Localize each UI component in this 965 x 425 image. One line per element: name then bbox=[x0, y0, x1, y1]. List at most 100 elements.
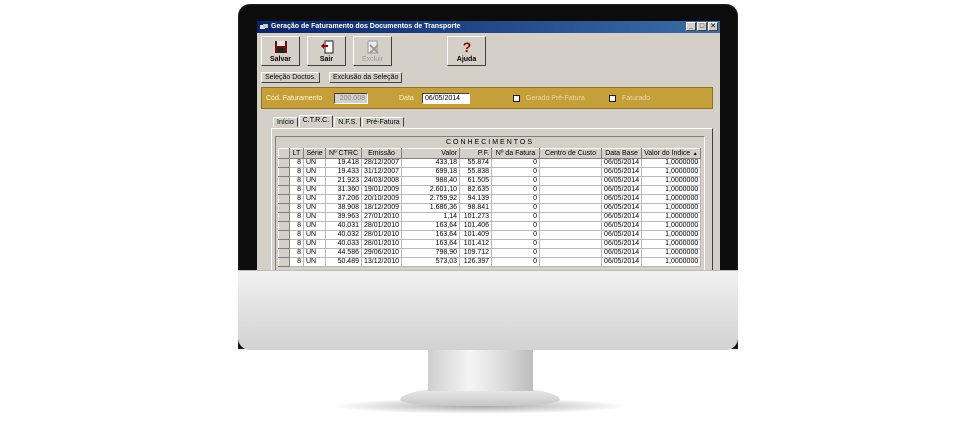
column-header-data-base[interactable]: Data Base bbox=[601, 148, 643, 159]
cell-valor[interactable]: 1.686,36 bbox=[401, 203, 461, 213]
cell-serie[interactable]: UN bbox=[303, 203, 326, 213]
row-indicator[interactable] bbox=[278, 194, 290, 204]
billed-checkbox[interactable] bbox=[609, 95, 616, 102]
scroll-up-icon[interactable]: ▲ bbox=[692, 151, 699, 157]
cell-emissao[interactable]: 31/12/2007 bbox=[360, 167, 403, 177]
cell-lt[interactable]: 8 bbox=[289, 230, 304, 240]
cell-data-base[interactable]: 06/05/2014 bbox=[601, 203, 643, 213]
cell-valor-indice[interactable]: 1,0000000 bbox=[641, 158, 702, 168]
cell-emissao[interactable]: 18/12/2009 bbox=[360, 203, 403, 213]
cell-data-base[interactable]: 06/05/2014 bbox=[601, 239, 643, 249]
minimize-button[interactable]: _ bbox=[686, 22, 696, 31]
cell-valor-indice[interactable]: 1,0000000 bbox=[641, 194, 702, 204]
column-header-centro-custo[interactable]: Centro de Custo bbox=[539, 148, 603, 159]
cell-pf[interactable]: 109.712 bbox=[459, 248, 493, 258]
row-indicator[interactable] bbox=[278, 185, 290, 195]
cell-serie[interactable]: UN bbox=[303, 158, 326, 168]
table-row[interactable]: 8 UN 21.923 24/03/2008 988,40 61.505 0 06/05/20… bbox=[278, 176, 702, 186]
column-header-pf[interactable]: P.F. bbox=[459, 148, 493, 159]
cell-emissao[interactable]: 28/01/2010 bbox=[360, 230, 403, 240]
cell-valor-indice[interactable]: 1,0000000 bbox=[641, 167, 702, 177]
cell-ctrc[interactable]: 39.963 bbox=[325, 212, 362, 222]
cell-ctrc[interactable]: 44.586 bbox=[325, 248, 362, 258]
cell-centro-custo[interactable] bbox=[539, 176, 603, 186]
maximize-button[interactable]: □ bbox=[697, 22, 707, 31]
cell-valor[interactable]: 573,03 bbox=[401, 257, 461, 267]
cell-pf[interactable]: 101.412 bbox=[459, 239, 493, 249]
cell-emissao[interactable]: 28/01/2010 bbox=[360, 239, 403, 249]
cell-lt[interactable]: 8 bbox=[289, 185, 304, 195]
cell-serie[interactable]: UN bbox=[303, 176, 326, 186]
cell-lt[interactable]: 8 bbox=[289, 194, 304, 204]
cell-fatura[interactable]: 0 bbox=[491, 248, 541, 258]
table-row[interactable]: 8 UN 40.033 28/01/2010 163,64 101.412 0 06/05/2… bbox=[278, 239, 702, 249]
cell-data-base[interactable]: 06/05/2014 bbox=[601, 176, 643, 186]
exclude-selection-button[interactable]: Exclusão da Seleção bbox=[329, 72, 403, 83]
cell-emissao[interactable]: 27/01/2010 bbox=[360, 212, 403, 222]
cell-lt[interactable]: 8 bbox=[289, 221, 304, 231]
cell-data-base[interactable]: 06/05/2014 bbox=[601, 230, 643, 240]
column-header-fatura[interactable]: Nº da Fatura bbox=[491, 148, 541, 159]
cell-valor[interactable]: 163,64 bbox=[401, 230, 461, 240]
cell-ctrc[interactable]: 19.433 bbox=[325, 167, 362, 177]
column-header-lt[interactable]: LT bbox=[289, 148, 304, 159]
cell-centro-custo[interactable] bbox=[539, 185, 603, 195]
cell-lt[interactable]: 8 bbox=[289, 158, 304, 168]
cell-valor-indice[interactable]: 1,0000000 bbox=[641, 221, 702, 231]
cell-centro-custo[interactable] bbox=[539, 221, 603, 231]
cell-centro-custo[interactable] bbox=[539, 248, 603, 258]
cell-valor-indice[interactable]: 1,0000000 bbox=[641, 248, 702, 258]
cell-ctrc[interactable]: 40.033 bbox=[325, 239, 362, 249]
table-row[interactable]: 8 UN 50.489 13/12/2010 573,03 126.397 0 06/05/2… bbox=[278, 257, 702, 267]
tab-ctrc[interactable]: C.T.R.C. bbox=[298, 115, 334, 127]
cell-lt[interactable]: 8 bbox=[289, 248, 304, 258]
cell-serie[interactable]: UN bbox=[303, 230, 326, 240]
cell-ctrc[interactable]: 38.908 bbox=[325, 203, 362, 213]
column-header-valor-indice[interactable]: Valor do Índice ▲ bbox=[641, 148, 702, 159]
date-field[interactable]: 06/05/2014 bbox=[422, 93, 470, 104]
cell-fatura[interactable]: 0 bbox=[491, 230, 541, 240]
cell-serie[interactable]: UN bbox=[303, 221, 326, 231]
table-row[interactable]: 8 UN 40.032 28/01/2010 163,64 101.409 0 06/05/2… bbox=[278, 230, 702, 240]
cell-serie[interactable]: UN bbox=[303, 239, 326, 249]
row-indicator[interactable] bbox=[278, 203, 290, 213]
cell-valor-indice[interactable]: 1,0000000 bbox=[641, 203, 702, 213]
exit-button[interactable]: Sair bbox=[307, 36, 346, 66]
table-row[interactable]: 8 UN 44.586 29/06/2010 798,90 109.712 0 06/05/2… bbox=[278, 248, 702, 258]
cell-emissao[interactable]: 13/12/2010 bbox=[360, 257, 403, 267]
cell-fatura[interactable]: 0 bbox=[491, 257, 541, 267]
cell-serie[interactable]: UN bbox=[303, 194, 326, 204]
cell-pf[interactable]: 55.874 bbox=[459, 158, 493, 168]
table-row[interactable]: 8 UN 19.418 28/12/2007 433,18 55.874 0 06/05/20… bbox=[278, 158, 702, 168]
save-button[interactable]: Salvar bbox=[261, 36, 300, 66]
cell-valor-indice[interactable]: 1,0000000 bbox=[641, 239, 702, 249]
cell-centro-custo[interactable] bbox=[539, 212, 603, 222]
cell-serie[interactable]: UN bbox=[303, 257, 326, 267]
cell-emissao[interactable]: 28/01/2010 bbox=[360, 221, 403, 231]
cell-fatura[interactable]: 0 bbox=[491, 239, 541, 249]
cell-emissao[interactable]: 19/01/2009 bbox=[360, 185, 403, 195]
table-row[interactable]: 8 UN 38.908 18/12/2009 1.686,36 98.841 0 06/05/… bbox=[278, 203, 702, 213]
cell-fatura[interactable]: 0 bbox=[491, 221, 541, 231]
cell-ctrc[interactable]: 19.418 bbox=[325, 158, 362, 168]
column-header-emissao[interactable]: Emissão bbox=[360, 148, 403, 159]
cell-valor-indice[interactable]: 1,0000000 bbox=[641, 257, 702, 267]
cell-valor[interactable]: 163,64 bbox=[401, 221, 461, 231]
column-header-ctrc[interactable]: Nº CTRC bbox=[325, 148, 362, 159]
cell-ctrc[interactable]: 50.489 bbox=[325, 257, 362, 267]
cell-valor-indice[interactable]: 1,0000000 bbox=[641, 176, 702, 186]
row-indicator[interactable] bbox=[278, 212, 290, 222]
table-row[interactable]: 8 UN 19.433 31/12/2007 699,18 55.838 0 06/05/20… bbox=[278, 167, 702, 177]
cell-pf[interactable]: 98.841 bbox=[459, 203, 493, 213]
pre-invoice-checkbox[interactable] bbox=[513, 95, 520, 102]
cell-data-base[interactable]: 06/05/2014 bbox=[601, 158, 643, 168]
cell-ctrc[interactable]: 40.031 bbox=[325, 221, 362, 231]
cell-data-base[interactable]: 06/05/2014 bbox=[601, 248, 643, 258]
cell-fatura[interactable]: 0 bbox=[491, 176, 541, 186]
cell-centro-custo[interactable] bbox=[539, 167, 603, 177]
cell-centro-custo[interactable] bbox=[539, 239, 603, 249]
cell-emissao[interactable]: 29/06/2010 bbox=[360, 248, 403, 258]
table-row[interactable]: 8 UN 39.963 27/01/2010 1,14 101.273 0 06/05/201… bbox=[278, 212, 702, 222]
cell-lt[interactable]: 8 bbox=[289, 167, 304, 177]
cell-valor[interactable]: 2.601,10 bbox=[401, 185, 461, 195]
